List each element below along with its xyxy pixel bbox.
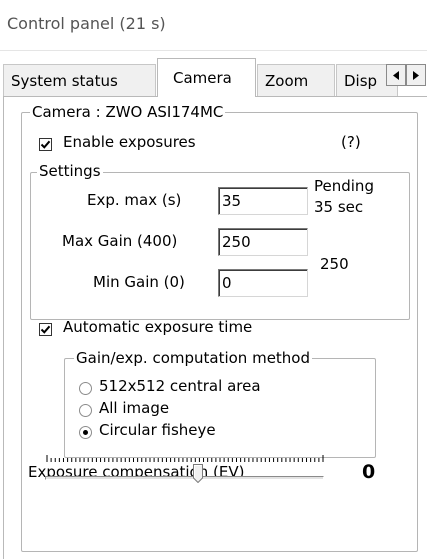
all-image-label[interactable]: All image xyxy=(99,399,169,417)
radio-central-area[interactable] xyxy=(79,382,92,395)
tab-scroll-left[interactable] xyxy=(386,64,406,86)
enable-exposures-label[interactable]: Enable exposures xyxy=(63,133,196,151)
exposure-compensation-value: 0 xyxy=(362,461,376,483)
tab-scroll-right[interactable] xyxy=(406,64,426,86)
exp-max-label: Exp. max (s) xyxy=(87,191,182,209)
radio-all-image[interactable] xyxy=(79,404,92,417)
help-link[interactable]: (?) xyxy=(341,133,361,151)
slider-ticks xyxy=(46,455,324,462)
gain-readout: 250 xyxy=(320,255,349,273)
checkmark-icon xyxy=(40,325,51,334)
exp-max-input[interactable] xyxy=(218,187,308,215)
max-gain-input[interactable] xyxy=(218,228,308,256)
checkmark-icon xyxy=(40,140,51,149)
title-divider xyxy=(0,50,427,51)
min-gain-label: Min Gain (0) xyxy=(93,273,185,291)
exposure-compensation-thumb[interactable] xyxy=(193,464,203,483)
central-area-label[interactable]: 512x512 central area xyxy=(99,377,261,395)
exposure-compensation-track[interactable] xyxy=(45,476,324,480)
camera-group-legend: Camera : ZWO ASI174MC xyxy=(30,103,226,121)
pending-time: 35 sec xyxy=(314,198,364,216)
automatic-exposure-checkbox[interactable] xyxy=(39,323,52,336)
window-title: Control panel (21 s) xyxy=(7,14,166,33)
computation-method-legend: Gain/exp. computation method xyxy=(74,349,313,367)
settings-group-legend: Settings xyxy=(37,162,103,180)
arrow-left-icon xyxy=(393,70,399,80)
tab-system-status[interactable]: System status xyxy=(3,64,156,96)
enable-exposures-checkbox[interactable] xyxy=(39,138,52,151)
arrow-right-icon xyxy=(413,70,419,80)
min-gain-input[interactable] xyxy=(218,269,308,297)
tab-zoom[interactable]: Zoom xyxy=(257,64,335,96)
automatic-exposure-label[interactable]: Automatic exposure time xyxy=(63,318,252,336)
pending-status: Pending xyxy=(314,177,374,195)
max-gain-label: Max Gain (400) xyxy=(62,232,178,250)
circular-fisheye-label[interactable]: Circular fisheye xyxy=(99,421,216,439)
tab-camera[interactable]: Camera xyxy=(157,58,256,97)
radio-circular-fisheye[interactable] xyxy=(79,426,92,439)
